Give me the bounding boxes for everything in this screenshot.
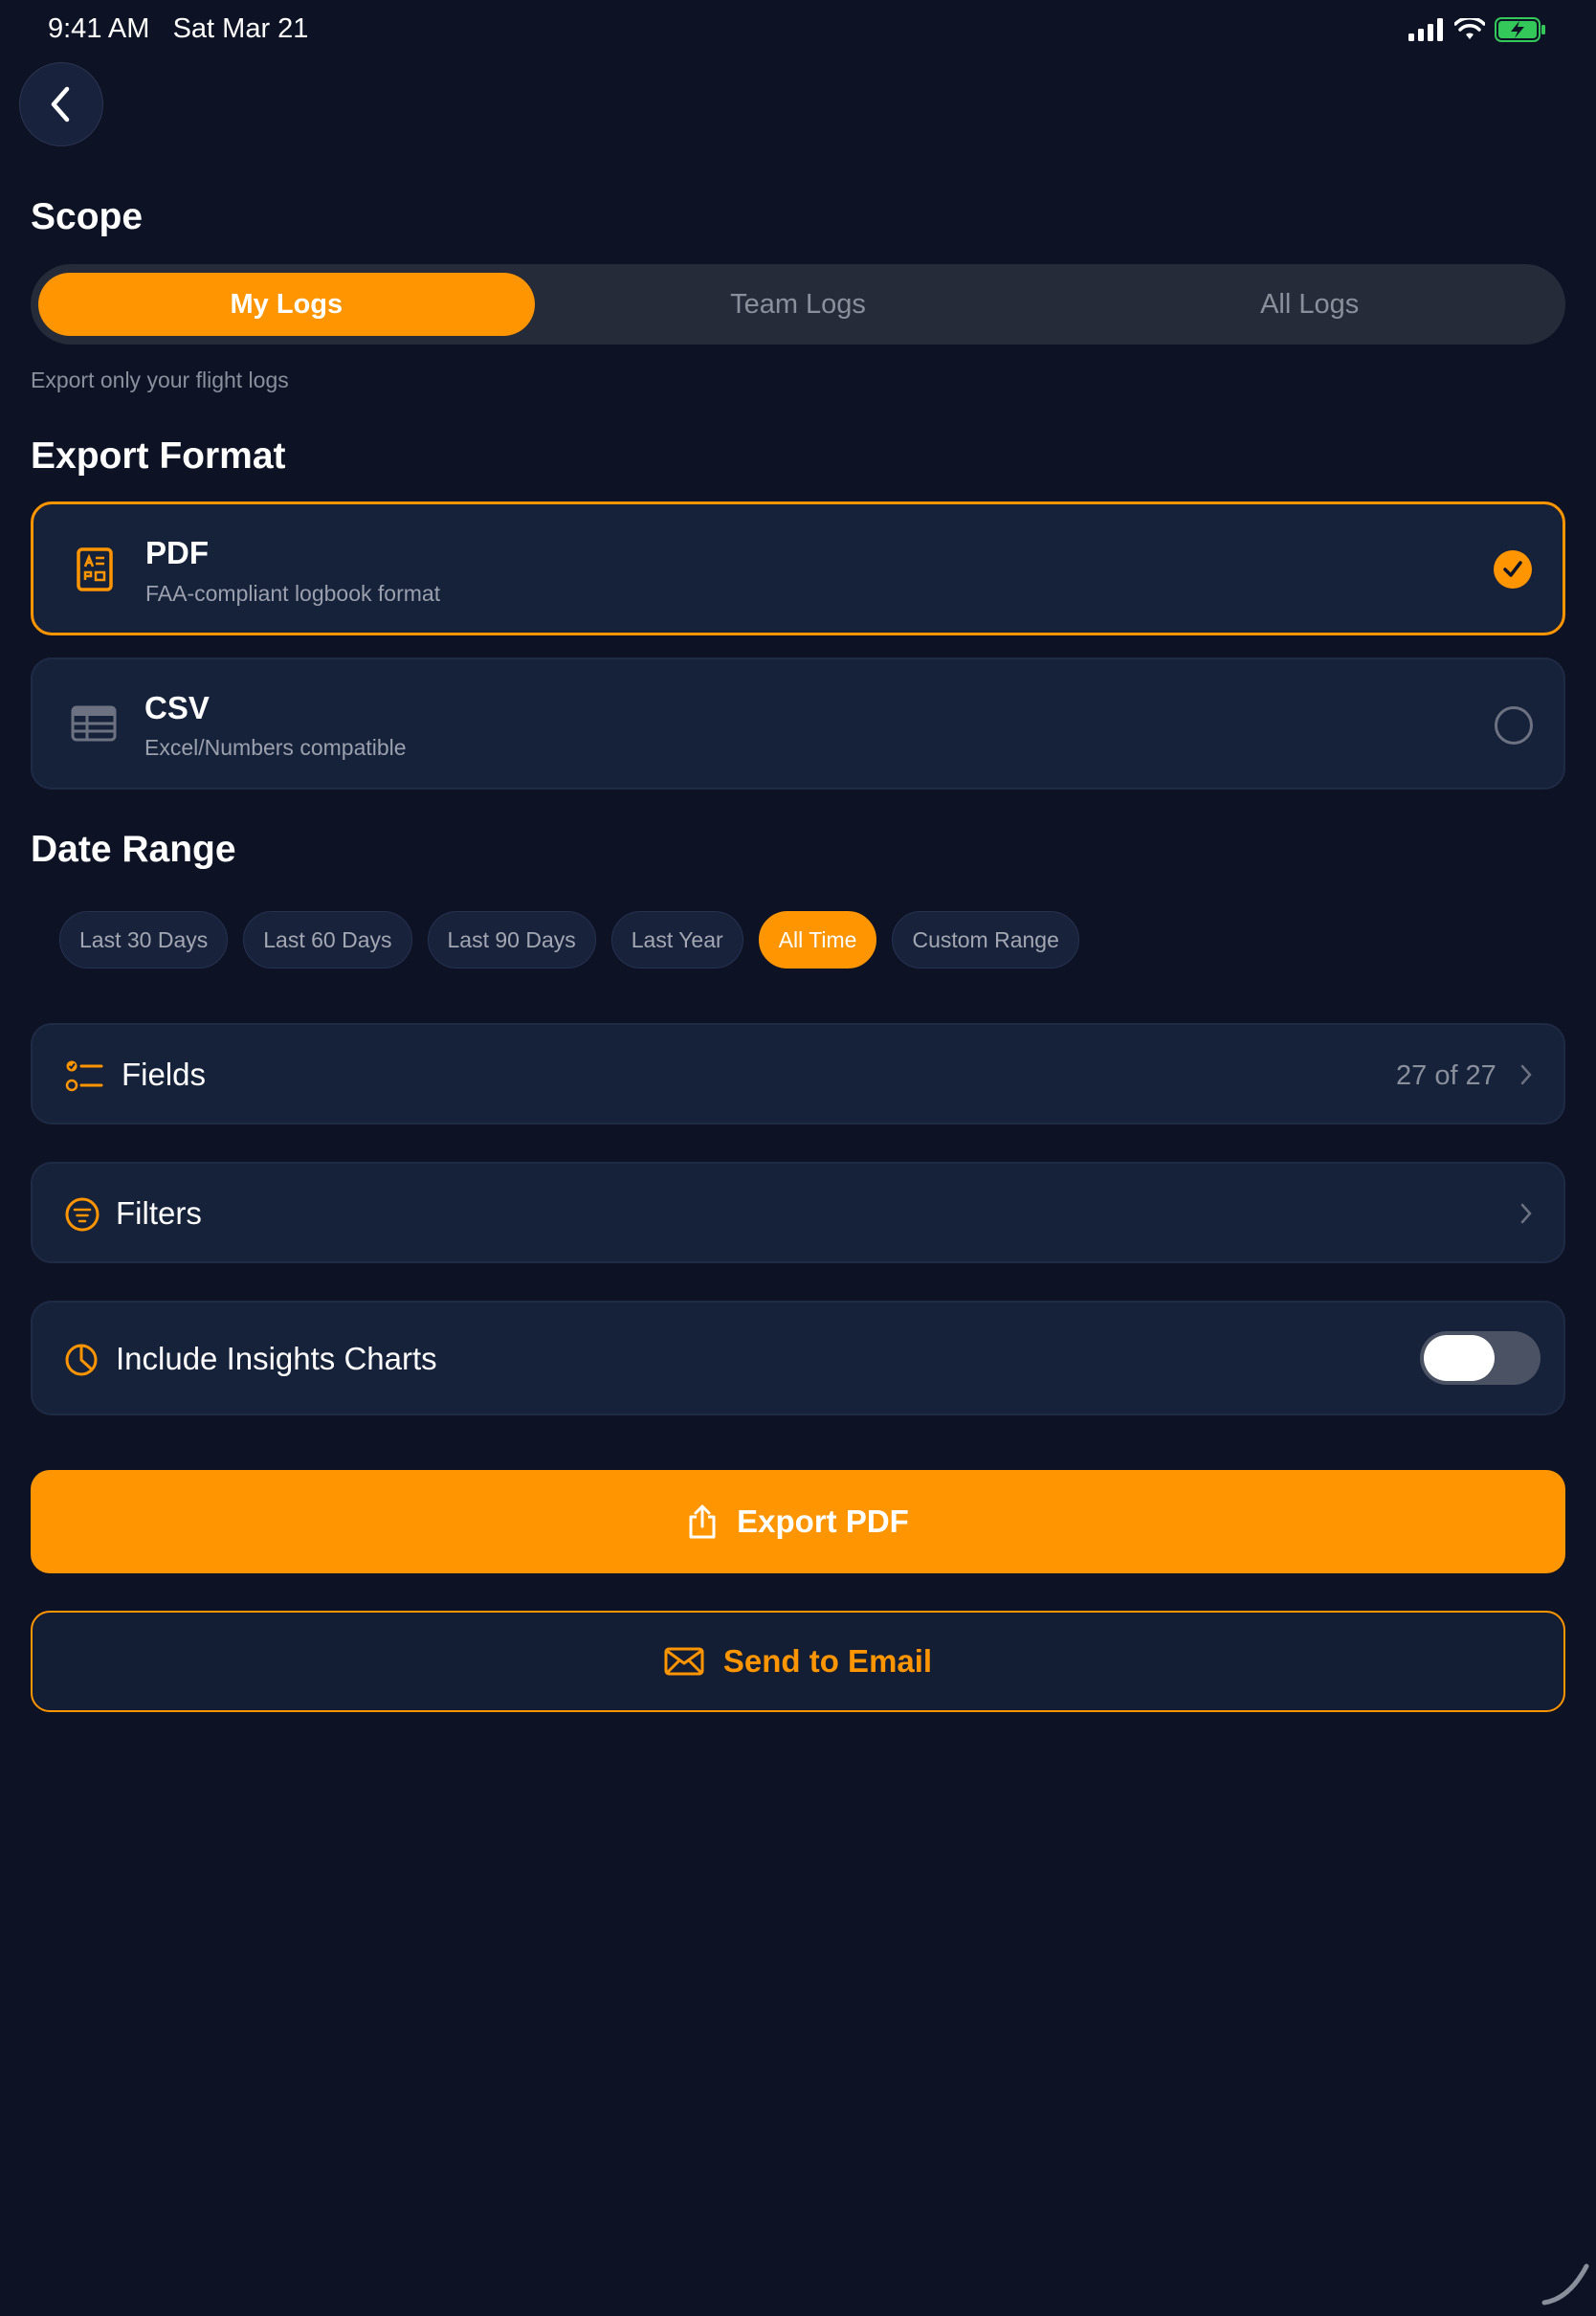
date-chip-last-90-days[interactable]: Last 90 Days [427,911,596,969]
document-icon [77,547,113,591]
export-pdf-label: Export PDF [737,1503,909,1539]
insights-label: Include Insights Charts [116,1341,437,1376]
table-icon [71,705,117,742]
share-icon [689,1504,716,1539]
date-range-chips: Last 30 Days Last 60 Days Last 90 Days L… [59,911,1079,969]
format-csv-title: CSV [144,690,210,725]
insights-row: Include Insights Charts [31,1301,1565,1415]
filters-label: Filters [116,1195,202,1231]
format-option-csv[interactable]: CSV Excel/Numbers compatible [31,657,1565,790]
filter-icon [65,1197,100,1232]
fields-row[interactable]: Fields 27 of 27 [31,1023,1565,1125]
date-chip-last-30-days[interactable]: Last 30 Days [59,911,229,969]
back-button[interactable] [19,62,103,146]
status-bar-time: 9:41 AM Sat Mar 21 [48,13,309,44]
battery-charging-icon [1495,17,1545,42]
export-format-title: Export Format [31,435,286,477]
filters-row[interactable]: Filters [31,1162,1565,1263]
chevron-right-icon [1520,1064,1532,1085]
date-chip-last-60-days[interactable]: Last 60 Days [243,911,412,969]
date-chip-all-time[interactable]: All Time [758,911,877,969]
scope-option-my-logs[interactable]: My Logs [38,273,535,336]
scope-option-all-logs[interactable]: All Logs [1061,273,1558,336]
pie-chart-icon [65,1344,98,1376]
chevron-right-icon [1520,1203,1532,1224]
format-pdf-title: PDF [145,535,209,570]
mail-icon [664,1647,704,1676]
scope-segmented-control: My Logs Team Logs All Logs [31,264,1565,345]
wifi-icon [1454,18,1485,39]
export-pdf-button[interactable]: Export PDF [31,1470,1565,1573]
format-pdf-radio[interactable] [1494,550,1532,589]
fields-count: 27 of 27 [1396,1060,1496,1091]
checkmark-icon [1503,561,1522,577]
date-range-title: Date Range [31,829,236,870]
format-csv-radio[interactable] [1495,706,1533,745]
send-to-email-button[interactable]: Send to Email [31,1611,1565,1712]
signal-icon [1408,18,1443,41]
scope-option-team-logs[interactable]: Team Logs [550,273,1047,336]
fields-label: Fields [122,1057,207,1092]
scope-title: Scope [31,196,144,237]
date-chip-last-year[interactable]: Last Year [610,911,743,969]
format-csv-description: Excel/Numbers compatible [144,735,407,760]
chevron-left-icon [51,86,70,122]
checklist-icon [65,1060,103,1092]
resize-handle-icon [1541,2263,1589,2305]
toggle-knob [1424,1335,1495,1381]
insights-toggle[interactable] [1420,1331,1541,1385]
scope-hint: Export only your flight logs [31,367,289,392]
format-pdf-description: FAA-compliant logbook format [145,581,441,606]
format-option-pdf[interactable]: PDF FAA-compliant logbook format [31,501,1565,635]
send-to-email-label: Send to Email [722,1643,933,1679]
status-bar-icons [1408,17,1546,42]
date-chip-custom-range[interactable]: Custom Range [892,911,1079,969]
